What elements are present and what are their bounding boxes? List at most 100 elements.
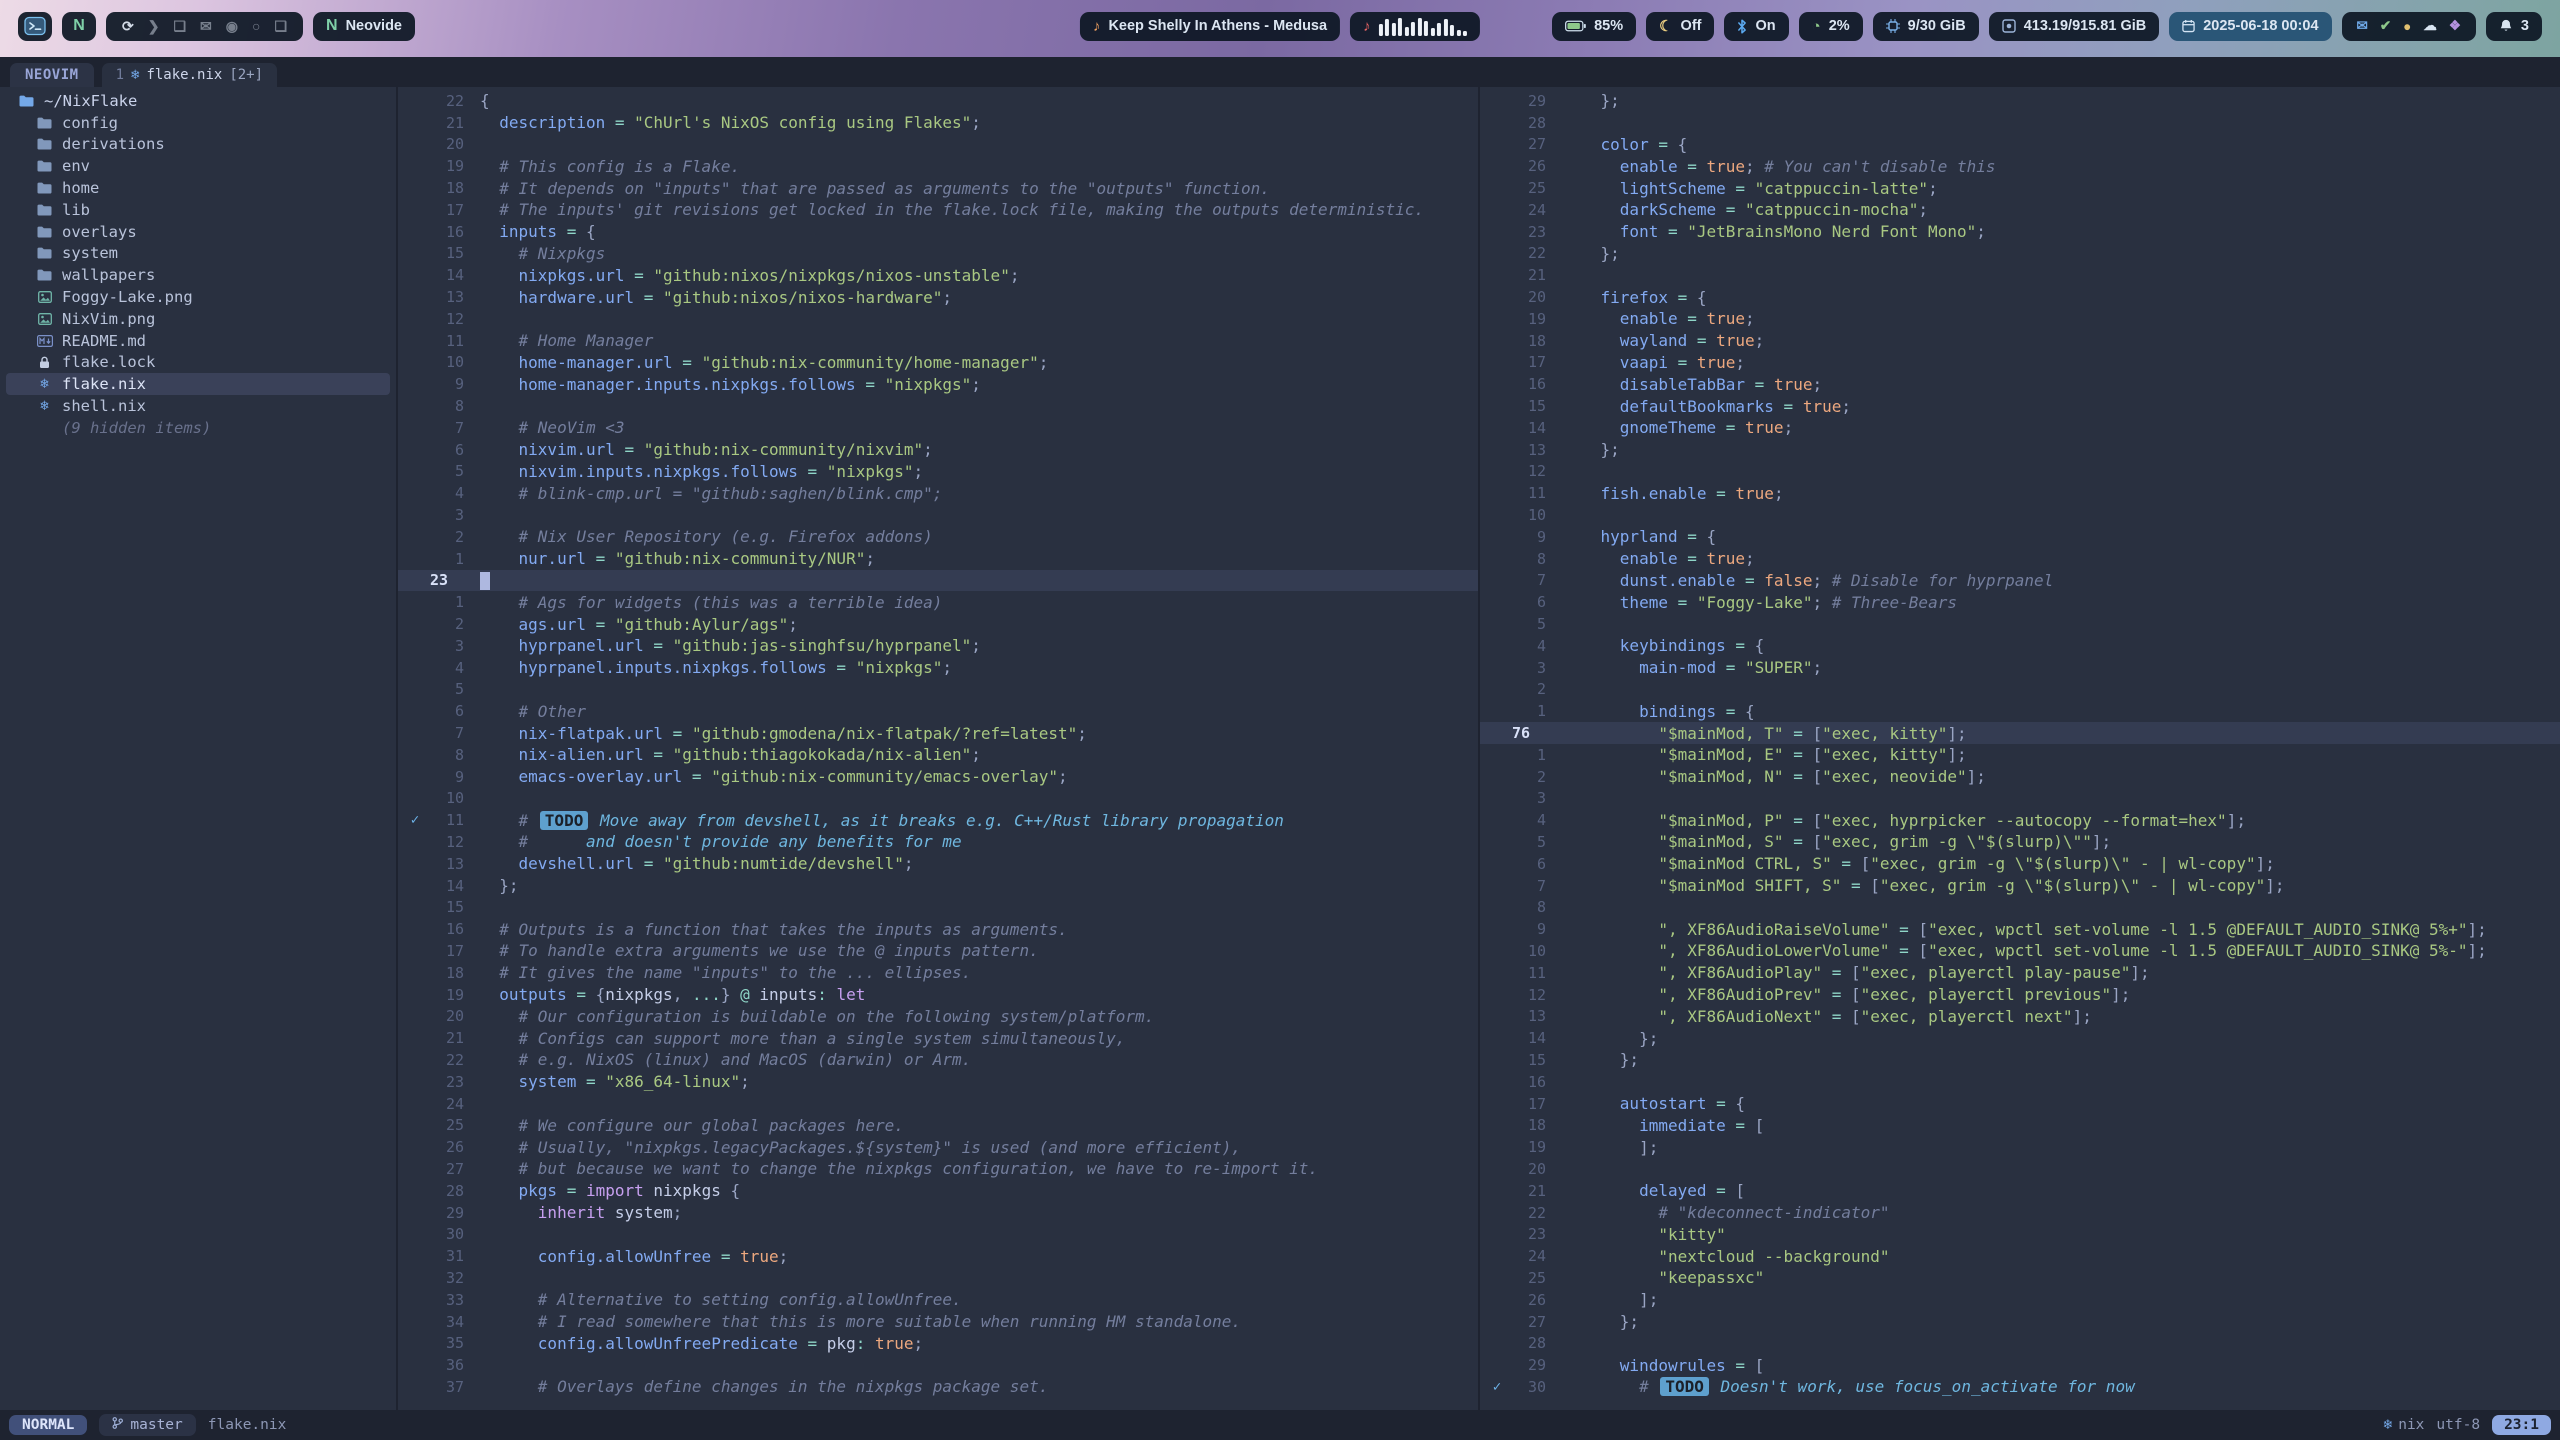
- code-line[interactable]: 19 ];: [1480, 1136, 2560, 1158]
- code-line[interactable]: 3 main-mod = "SUPER";: [1480, 657, 2560, 679]
- code-line[interactable]: 27 };: [1480, 1311, 2560, 1333]
- code-line[interactable]: 1 nur.url = "github:nix-community/NUR";: [398, 548, 1478, 570]
- code-line[interactable]: 22 # "kdeconnect-indicator": [1480, 1202, 2560, 1224]
- code-line[interactable]: 4 keybindings = {: [1480, 635, 2560, 657]
- code-line[interactable]: 7 nix-flatpak.url = "github:gmodena/nix-…: [398, 722, 1478, 744]
- code-line[interactable]: 9 home-manager.inputs.nixpkgs.follows = …: [398, 373, 1478, 395]
- code-line[interactable]: 6 # Other: [398, 700, 1478, 722]
- code-line[interactable]: 10: [398, 788, 1478, 810]
- tree-item-home[interactable]: home: [6, 177, 390, 199]
- code-line[interactable]: 17 # The inputs' git revisions get locke…: [398, 199, 1478, 221]
- code-line[interactable]: 7 "$mainMod SHIFT, S" = ["exec, grim -g …: [1480, 875, 2560, 897]
- code-line[interactable]: 12 ", XF86AudioPrev" = ["exec, playerctl…: [1480, 984, 2560, 1006]
- code-line[interactable]: 23 "kitty": [1480, 1223, 2560, 1245]
- code-line[interactable]: 24 "nextcloud --background": [1480, 1245, 2560, 1267]
- code-line[interactable]: 14 };: [398, 875, 1478, 897]
- tree-item-flake.lock[interactable]: flake.lock: [6, 352, 390, 374]
- code-line[interactable]: 8: [398, 395, 1478, 417]
- active-window[interactable]: N Neovide: [313, 12, 415, 41]
- code-line[interactable]: 30: [398, 1223, 1478, 1245]
- code-line[interactable]: 10 ", XF86AudioLowerVolume" = ["exec, wp…: [1480, 940, 2560, 962]
- code-line[interactable]: 11 # Home Manager: [398, 330, 1478, 352]
- dot-tray-icon[interactable]: ●: [2403, 19, 2411, 34]
- code-line[interactable]: 19 outputs = {nixpkgs, ...} @ inputs: le…: [398, 984, 1478, 1006]
- workspace-chat-icon[interactable]: ◉: [226, 18, 238, 35]
- code-line[interactable]: 20 # Our configuration is buildable on t…: [398, 1005, 1478, 1027]
- code-line[interactable]: 13 ", XF86AudioNext" = ["exec, playerctl…: [1480, 1005, 2560, 1027]
- code-line[interactable]: 12: [398, 308, 1478, 330]
- cursor-line[interactable]: 76 "$mainMod, T" = ["exec, kitty"];: [1480, 722, 2560, 744]
- battery-widget[interactable]: 85%: [1552, 12, 1636, 41]
- disk-widget[interactable]: 413.19/915.81 GiB: [1989, 12, 2160, 41]
- memory-widget[interactable]: 9/30 GiB: [1873, 12, 1979, 41]
- tree-item-env[interactable]: env: [6, 155, 390, 177]
- code-line[interactable]: 1 # Ags for widgets (this was a terrible…: [398, 591, 1478, 613]
- code-line[interactable]: 20: [398, 134, 1478, 156]
- code-line[interactable]: 25 # We configure our global packages he…: [398, 1114, 1478, 1136]
- code-line[interactable]: 32: [398, 1267, 1478, 1289]
- code-line[interactable]: 9 ", XF86AudioRaiseVolume" = ["exec, wpc…: [1480, 918, 2560, 940]
- code-line[interactable]: 29 };: [1480, 90, 2560, 112]
- clock-widget[interactable]: 2025-06-18 00:04: [2169, 12, 2331, 41]
- code-line[interactable]: 8: [1480, 896, 2560, 918]
- editor-pane-left[interactable]: 22{21 description = "ChUrl's NixOS confi…: [398, 87, 1478, 1410]
- code-line[interactable]: 10: [1480, 504, 2560, 526]
- workspace-window-icon[interactable]: ❏: [173, 18, 186, 35]
- code-line[interactable]: 19 enable = true;: [1480, 308, 2560, 330]
- tree-item-derivations[interactable]: derivations: [6, 134, 390, 156]
- workspace-circle-icon[interactable]: ○: [252, 18, 260, 34]
- cursor-line[interactable]: 23: [398, 570, 1478, 592]
- code-line[interactable]: 2 "$mainMod, N" = ["exec, neovide"];: [1480, 766, 2560, 788]
- code-line[interactable]: 36: [398, 1354, 1478, 1376]
- code-line[interactable]: 37 # Overlays define changes in the nixp…: [398, 1376, 1478, 1398]
- code-line[interactable]: 5 nixvim.inputs.nixpkgs.follows = "nixpk…: [398, 461, 1478, 483]
- code-line[interactable]: 16: [1480, 1071, 2560, 1093]
- code-line[interactable]: 15 # Nixpkgs: [398, 243, 1478, 265]
- tree-item-overlays[interactable]: overlays: [6, 221, 390, 243]
- code-line[interactable]: 24 darkScheme = "catppuccin-mocha";: [1480, 199, 2560, 221]
- code-line[interactable]: 12: [1480, 461, 2560, 483]
- code-line[interactable]: ✓30 # TODO Doesn't work, use focus_on_ac…: [1480, 1376, 2560, 1398]
- code-line[interactable]: 14 nixpkgs.url = "github:nixos/nixpkgs/n…: [398, 264, 1478, 286]
- code-line[interactable]: 27 # but because we want to change the n…: [398, 1158, 1478, 1180]
- code-line[interactable]: 14 gnomeTheme = true;: [1480, 417, 2560, 439]
- code-line[interactable]: 17 vaapi = true;: [1480, 352, 2560, 374]
- code-line[interactable]: 34 # I read somewhere that this is more …: [398, 1311, 1478, 1333]
- notifications-widget[interactable]: 3: [2486, 12, 2542, 41]
- code-line[interactable]: 21 description = "ChUrl's NixOS config u…: [398, 112, 1478, 134]
- code-line[interactable]: 10 home-manager.url = "github:nix-commun…: [398, 352, 1478, 374]
- code-line[interactable]: 21 delayed = [: [1480, 1180, 2560, 1202]
- code-line[interactable]: 11 ", XF86AudioPlay" = ["exec, playerctl…: [1480, 962, 2560, 984]
- code-line[interactable]: 21 # Configs can support more than a sin…: [398, 1027, 1478, 1049]
- code-line[interactable]: 5 "$mainMod, S" = ["exec, grim -g \"$(sl…: [1480, 831, 2560, 853]
- code-line[interactable]: 4 # blink-cmp.url = "github:saghen/blink…: [398, 482, 1478, 504]
- code-line[interactable]: 26 ];: [1480, 1289, 2560, 1311]
- tree-item-Foggy-Lake.png[interactable]: Foggy-Lake.png: [6, 286, 390, 308]
- neovide-launcher[interactable]: N: [62, 12, 96, 41]
- tree-item-wallpapers[interactable]: wallpapers: [6, 264, 390, 286]
- code-line[interactable]: 16 inputs = {: [398, 221, 1478, 243]
- tree-item-lib[interactable]: lib: [6, 199, 390, 221]
- code-line[interactable]: 13 devshell.url = "github:numtide/devshe…: [398, 853, 1478, 875]
- cpu-widget[interactable]: ◔ 2%: [1799, 12, 1863, 41]
- code-line[interactable]: 15 defaultBookmarks = true;: [1480, 395, 2560, 417]
- code-line[interactable]: 18 # It gives the name "inputs" to the .…: [398, 962, 1478, 984]
- code-line[interactable]: 23 font = "JetBrainsMono Nerd Font Mono"…: [1480, 221, 2560, 243]
- code-line[interactable]: 8 enable = true;: [1480, 548, 2560, 570]
- code-line[interactable]: 4 "$mainMod, P" = ["exec, hyprpicker --a…: [1480, 809, 2560, 831]
- apps-tray-icon[interactable]: ❖: [2449, 18, 2461, 34]
- code-line[interactable]: 25 "keepassxc": [1480, 1267, 2560, 1289]
- code-line[interactable]: 33 # Alternative to setting config.allow…: [398, 1289, 1478, 1311]
- editor-pane-right[interactable]: 29 };2827 color = {26 enable = true; # Y…: [1478, 87, 2560, 1410]
- code-line[interactable]: 1 bindings = {: [1480, 700, 2560, 722]
- code-line[interactable]: 6 theme = "Foggy-Lake"; # Three-Bears: [1480, 591, 2560, 613]
- code-line[interactable]: 9 hyprland = {: [1480, 526, 2560, 548]
- code-line[interactable]: 13 hardware.url = "github:nixos/nixos-ha…: [398, 286, 1478, 308]
- code-line[interactable]: 6 "$mainMod CTRL, S" = ["exec, grim -g \…: [1480, 853, 2560, 875]
- code-line[interactable]: 14 };: [1480, 1027, 2560, 1049]
- code-line[interactable]: 18 # It depends on "inputs" that are pas…: [398, 177, 1478, 199]
- tree-item-system[interactable]: system: [6, 243, 390, 265]
- workspace-refresh-icon[interactable]: ⟳: [122, 18, 134, 35]
- mail-tray-icon[interactable]: ✉: [2357, 18, 2368, 34]
- code-line[interactable]: 22 # e.g. NixOS (linux) and MacOS (darwi…: [398, 1049, 1478, 1071]
